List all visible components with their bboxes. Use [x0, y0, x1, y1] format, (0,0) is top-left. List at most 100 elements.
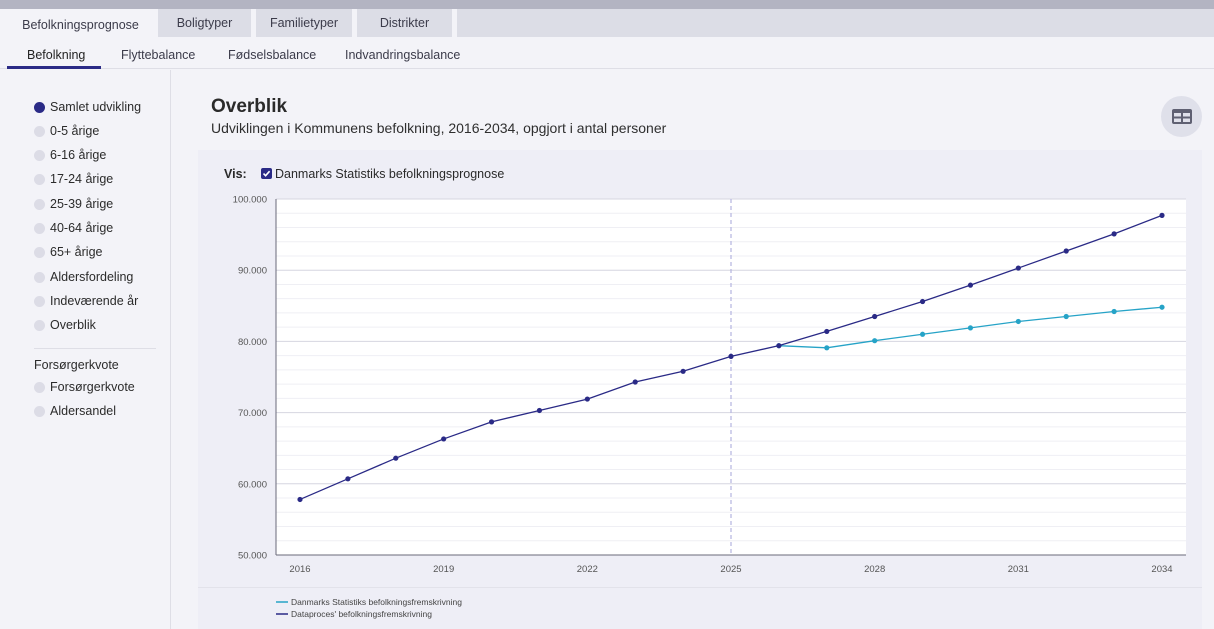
sidebar-item-overblik[interactable]: Overblik	[34, 316, 96, 334]
subtab-foedselsbalance[interactable]: Fødselsbalance	[228, 41, 316, 69]
page-subtitle: Udviklingen i Kommunens befolkning, 2016…	[211, 120, 667, 136]
data-point-0	[824, 345, 830, 351]
tab-boligtyper[interactable]: Boligtyper	[158, 9, 251, 37]
data-point-0	[872, 338, 878, 344]
data-point-0	[1159, 304, 1165, 310]
data-point-1	[824, 328, 830, 335]
data-point-1	[728, 353, 734, 359]
y-tick-label: 100.000	[233, 195, 267, 206]
sub-tab-bar: Befolkning Flyttebalance Fødselsbalance …	[0, 41, 1214, 69]
sidebar-item-forsoergerkvote[interactable]: Forsørgerkvote	[34, 378, 135, 396]
x-tick-label: 2025	[720, 564, 741, 575]
sidebar-item-label: 17-24 årige	[50, 172, 114, 186]
radio-dot-icon	[34, 271, 45, 283]
data-point-1	[872, 313, 878, 320]
x-tick-label: 2031	[1008, 564, 1029, 575]
data-point-1	[297, 496, 303, 503]
data-point-1	[967, 282, 974, 288]
subtab-befolkning[interactable]: Befolkning	[27, 41, 85, 69]
sidebar-item-40-64-aarige[interactable]: 40-64 årige	[34, 219, 113, 237]
main-tab-bar: Befolkningsprognose Boligtyper Familiety…	[0, 9, 1214, 41]
sidebar-item-samlet-udvikling[interactable]: Samlet udvikling	[34, 98, 141, 116]
legend-label-0: Danmarks Statistiks befolkningsfremskriv…	[291, 597, 462, 607]
population-chart: 50.000 60.000 70.000 80.000 90.000 100.000 201…	[233, 195, 1186, 619]
legend-divider	[198, 587, 1202, 588]
sidebar-item-label: 40-64 årige	[50, 221, 114, 235]
sidebar-item-label: 6-16 årige	[50, 148, 107, 162]
subtab-flyttebalance[interactable]: Flyttebalance	[121, 41, 195, 69]
data-point-1	[584, 396, 590, 402]
data-point-0	[967, 325, 974, 331]
tab-distrikter[interactable]: Distrikter	[357, 9, 452, 37]
sidebar-item-label: Aldersfordeling	[50, 270, 134, 284]
data-point-1	[1159, 212, 1165, 218]
y-tick-label: 70.000	[238, 408, 267, 419]
data-point-1	[680, 368, 686, 374]
radio-dot-icon	[34, 198, 45, 210]
data-point-0	[1063, 313, 1069, 320]
data-point-1	[1015, 265, 1021, 271]
sidebar-item-label: Aldersandel	[50, 404, 117, 418]
tab-familietyper[interactable]: Familietyper	[256, 9, 352, 37]
data-point-1	[919, 298, 926, 305]
sidebar-item-0-5-aarige[interactable]: 0-5 årige	[34, 122, 99, 140]
x-tick-label: 2022	[577, 564, 598, 575]
data-point-1	[776, 343, 782, 349]
active-subtab-indicator	[7, 66, 101, 69]
data-point-1	[441, 436, 447, 442]
sidebar-item-aldersandel[interactable]: Aldersandel	[34, 402, 116, 420]
y-tick-label: 90.000	[238, 266, 267, 277]
x-tick-label: 2016	[289, 564, 310, 575]
radio-dot-icon	[34, 246, 45, 258]
radio-dot-icon	[34, 149, 45, 161]
sidebar-divider	[34, 348, 156, 349]
y-tick-label: 50.000	[238, 551, 267, 562]
page-title: Overblik	[211, 96, 288, 117]
radio-dot-icon	[34, 319, 45, 331]
x-tick-label: 2034	[1151, 564, 1172, 575]
sidebar-item-indevaerende-aar[interactable]: Indeværende år	[34, 292, 138, 310]
sidebar-section-heading: Forsørgerkvote	[34, 358, 119, 372]
radio-dot-icon	[34, 222, 45, 234]
data-point-0	[919, 331, 926, 337]
sidebar-item-label: Indeværende år	[50, 294, 139, 308]
sidebar-item-aldersfordeling[interactable]: Aldersfordeling	[34, 268, 133, 286]
data-point-0	[1015, 318, 1021, 325]
sidebar-item-17-24-aarige[interactable]: 17-24 årige	[34, 170, 113, 188]
radio-dot-icon	[34, 405, 45, 417]
sidebar-item-6-16-aarige[interactable]: 6-16 årige	[34, 146, 106, 164]
sidebar-item-label: Forsørgerkvote	[50, 380, 135, 394]
chart-panel: Vis: Danmarks Statistiks befolkningsprog…	[198, 150, 1202, 629]
data-point-1	[393, 455, 399, 461]
data-point-1	[1063, 248, 1069, 254]
data-point-1	[1111, 231, 1117, 237]
tab-befolkningsprognose[interactable]: Befolkningsprognose	[7, 9, 154, 41]
tab-bar-filler	[457, 9, 1214, 37]
legend-label-1: Dataproces' befolkningsfremskrivning	[291, 609, 432, 619]
top-strip	[0, 0, 1214, 9]
data-point-0	[1111, 308, 1117, 315]
table-view-button[interactable]	[1161, 96, 1202, 137]
sidebar-item-label: 65+ årige	[50, 245, 103, 259]
radio-dot-icon	[34, 173, 45, 185]
sidebar-item-label: Samlet udvikling	[50, 100, 142, 114]
data-point-1	[345, 476, 351, 482]
radio-dot-icon	[34, 295, 45, 307]
x-tick-label: 2019	[433, 564, 454, 575]
radio-dot-icon	[34, 101, 45, 113]
sidebar-item-25-39-aarige[interactable]: 25-39 årige	[34, 195, 113, 213]
radio-dot-icon	[34, 381, 45, 393]
table-icon	[1171, 109, 1192, 124]
main-content: Overblik Udviklingen i Kommunens befolkn…	[171, 70, 1214, 629]
data-point-1	[632, 379, 638, 385]
sidebar-item-label: Overblik	[50, 318, 96, 332]
radio-dot-icon	[34, 125, 45, 137]
sidebar-item-label: 0-5 årige	[50, 124, 100, 138]
x-tick-label: 2028	[864, 564, 885, 575]
y-tick-label: 80.000	[238, 337, 267, 348]
y-tick-label: 60.000	[238, 479, 267, 490]
sidebar-item-label: 25-39 årige	[50, 197, 114, 211]
data-point-1	[536, 407, 543, 414]
subtab-indvandringsbalance[interactable]: Indvandringsbalance	[345, 41, 460, 69]
sidebar-item-65-plus-aarige[interactable]: 65+ årige	[34, 243, 102, 261]
